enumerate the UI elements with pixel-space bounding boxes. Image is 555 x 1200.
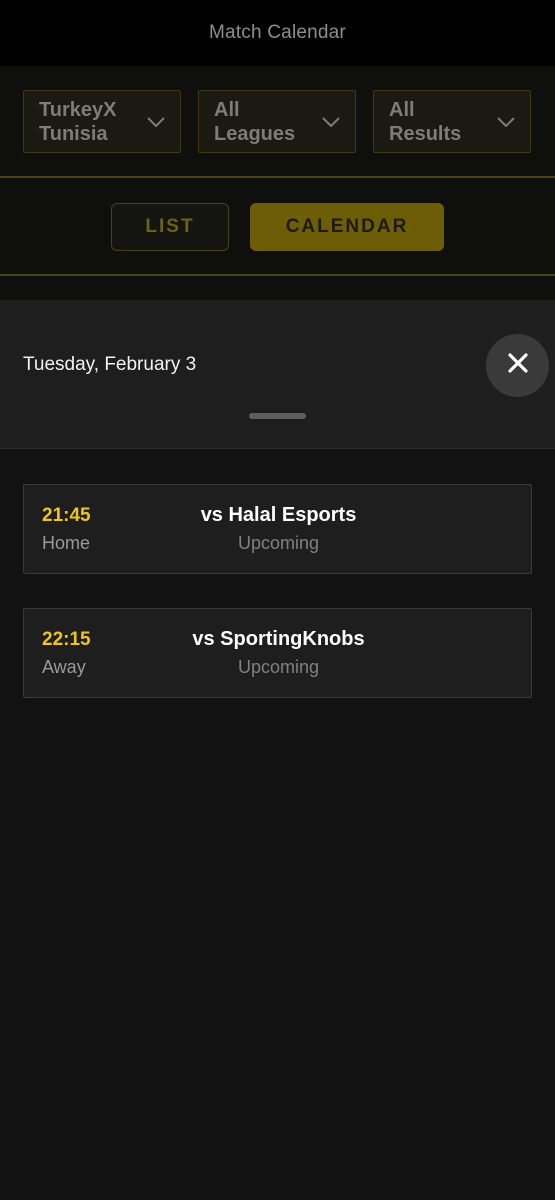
chevron-down-icon [146, 112, 166, 132]
match-status: Upcoming [237, 657, 320, 677]
match-card[interactable]: 21:45 Home vs Halal Esports Upcoming [23, 484, 532, 574]
divider [0, 176, 555, 178]
sheet-grabber-handle[interactable] [249, 413, 306, 419]
team-filter-dropdown[interactable]: TurkeyX Tunisia [23, 90, 181, 153]
close-button[interactable] [486, 334, 549, 397]
match-status: Upcoming [237, 533, 320, 553]
list-view-button[interactable]: LIST [111, 203, 229, 251]
filters-area: TurkeyX Tunisia All Leagues All Results … [0, 66, 555, 300]
screen: Match Calendar TurkeyX Tunisia All Leagu… [0, 0, 555, 1200]
chevron-down-icon [321, 112, 341, 132]
close-icon [507, 352, 529, 379]
top-bar: Match Calendar [0, 0, 555, 66]
team-filter-label: TurkeyX Tunisia [39, 98, 117, 145]
match-opponent: vs SportingKnobs [192, 628, 365, 650]
results-filter-dropdown[interactable]: All Results [373, 90, 531, 153]
league-filter-dropdown[interactable]: All Leagues [198, 90, 356, 153]
divider [0, 274, 555, 276]
league-filter-label: All Leagues [214, 98, 296, 145]
page-title: Match Calendar [209, 22, 346, 43]
calendar-view-button[interactable]: CALENDAR [250, 203, 444, 251]
sheet-header: Tuesday, February 3 [0, 300, 555, 449]
sheet-date: Tuesday, February 3 [23, 354, 197, 375]
match-opponent: vs Halal Esports [200, 504, 357, 526]
chevron-down-icon [496, 112, 516, 132]
results-filter-label: All Results [389, 98, 462, 145]
match-card[interactable]: 22:15 Away vs SportingKnobs Upcoming [23, 608, 532, 698]
day-sheet: Tuesday, February 3 21:45 Home vs Halal … [0, 300, 555, 1200]
